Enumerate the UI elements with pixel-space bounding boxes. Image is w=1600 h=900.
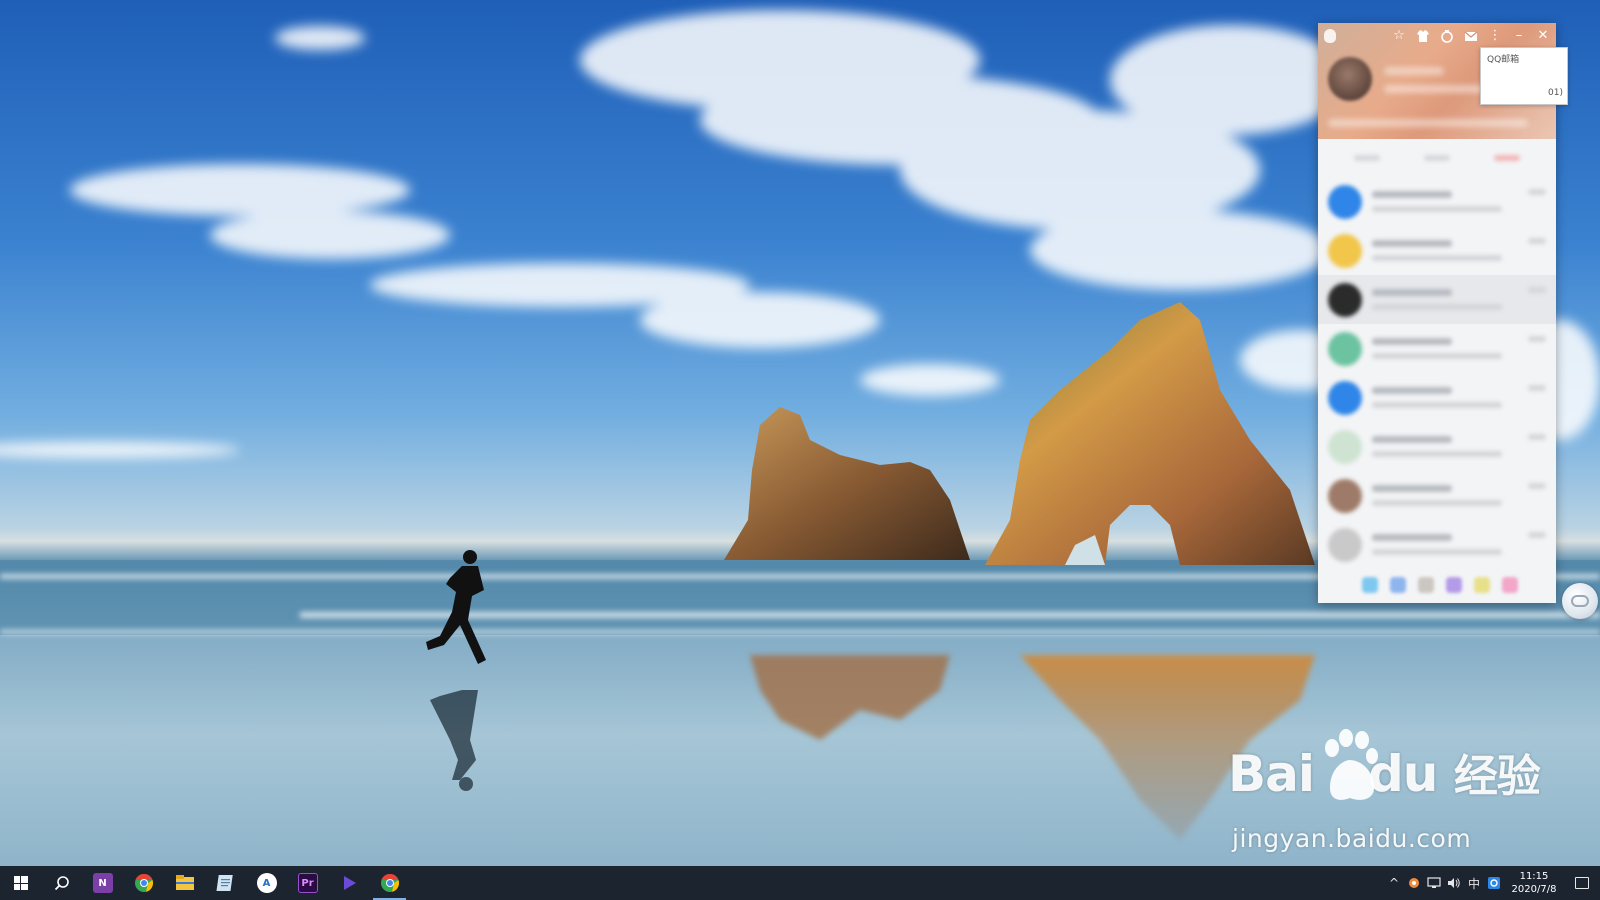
tooltip-count: 01) bbox=[1548, 88, 1563, 98]
taskbar-app-a[interactable]: A bbox=[246, 866, 287, 900]
qq-tabs[interactable] bbox=[1318, 139, 1556, 177]
contact-text-blurred bbox=[1372, 485, 1528, 506]
contact-text-blurred bbox=[1372, 436, 1528, 457]
qq-main-panel[interactable]: ☆ ⋮ – ✕ bbox=[1318, 23, 1556, 603]
taskbar-notepad[interactable] bbox=[205, 866, 246, 900]
media-player-icon bbox=[343, 876, 356, 890]
windows-logo-icon bbox=[13, 876, 28, 890]
ime-indicator[interactable]: 中 bbox=[1464, 866, 1484, 900]
app-a-icon: A bbox=[256, 873, 277, 893]
contact-avatar bbox=[1328, 282, 1362, 317]
more-vertical-icon[interactable]: ⋮ bbox=[1488, 29, 1502, 43]
toolbar-app-icon[interactable] bbox=[1502, 577, 1518, 593]
chrome-active-icon bbox=[380, 874, 399, 892]
contact-time-blurred bbox=[1528, 336, 1546, 342]
contact-text-blurred bbox=[1372, 534, 1528, 555]
list-item[interactable] bbox=[1318, 275, 1556, 324]
system-tray[interactable]: ^ 中 11:15 2020/7/8 bbox=[1384, 866, 1600, 900]
watermark-logo: Bai du 经验 bbox=[1228, 745, 1541, 803]
list-item[interactable] bbox=[1318, 226, 1556, 275]
contact-text-blurred bbox=[1372, 240, 1528, 261]
contact-avatar bbox=[1328, 184, 1362, 219]
contact-avatar bbox=[1328, 331, 1362, 366]
list-item[interactable] bbox=[1318, 520, 1556, 569]
contact-avatar bbox=[1328, 380, 1362, 415]
search-icon bbox=[54, 876, 69, 891]
chrome-icon bbox=[134, 874, 153, 892]
watermark-url: jingyan.baidu.com bbox=[1232, 824, 1472, 853]
list-item[interactable] bbox=[1318, 471, 1556, 520]
contact-avatar bbox=[1328, 429, 1362, 464]
skin-shirt-icon[interactable] bbox=[1416, 29, 1430, 43]
clock-time: 11:15 bbox=[1519, 871, 1549, 882]
star-icon[interactable]: ☆ bbox=[1392, 29, 1406, 43]
taskbar-file-explorer[interactable] bbox=[164, 866, 205, 900]
list-item[interactable] bbox=[1318, 324, 1556, 373]
contact-time-blurred bbox=[1528, 483, 1546, 489]
toolbar-app-icon[interactable] bbox=[1446, 577, 1462, 593]
contact-text-blurred bbox=[1372, 289, 1528, 310]
tooltip-title: QQ邮箱 bbox=[1487, 55, 1520, 65]
contact-time-blurred bbox=[1528, 238, 1546, 244]
contact-avatar bbox=[1328, 527, 1362, 562]
action-center-button[interactable] bbox=[1564, 866, 1600, 900]
baidu-paw-icon bbox=[1325, 729, 1378, 800]
app-box-icon[interactable] bbox=[1440, 29, 1454, 43]
clock-date: 2020/7/8 bbox=[1511, 884, 1557, 895]
avatar[interactable] bbox=[1328, 57, 1372, 101]
taskbar[interactable]: N A Pr ^ 中 11:15 2020/7/8 bbox=[0, 866, 1600, 900]
close-icon[interactable]: ✕ bbox=[1536, 29, 1550, 43]
tray-app-icon[interactable] bbox=[1404, 866, 1424, 900]
taskbar-chrome[interactable] bbox=[123, 866, 164, 900]
notification-icon bbox=[1575, 877, 1589, 889]
taskbar-clock[interactable]: 11:15 2020/7/8 bbox=[1504, 870, 1564, 896]
start-button[interactable] bbox=[0, 866, 41, 900]
toolbar-app-icon[interactable] bbox=[1362, 577, 1378, 593]
notepad-icon bbox=[215, 875, 233, 891]
file-explorer-icon bbox=[175, 875, 194, 890]
minimize-icon[interactable]: – bbox=[1512, 29, 1526, 43]
list-item[interactable] bbox=[1318, 177, 1556, 226]
toolbar-app-icon[interactable] bbox=[1418, 577, 1434, 593]
toolbar-app-icon[interactable] bbox=[1474, 577, 1490, 593]
contact-avatar bbox=[1328, 233, 1362, 268]
premiere-icon: Pr bbox=[297, 873, 318, 893]
contact-text-blurred bbox=[1372, 387, 1528, 408]
runner-reflection bbox=[430, 690, 478, 791]
mail-tooltip: QQ邮箱 01) bbox=[1480, 47, 1568, 105]
tab-contacts[interactable] bbox=[1424, 155, 1450, 161]
list-item[interactable] bbox=[1318, 373, 1556, 422]
toolbar-app-icon[interactable] bbox=[1390, 577, 1406, 593]
mail-icon[interactable] bbox=[1464, 29, 1478, 43]
contact-time-blurred bbox=[1528, 287, 1546, 293]
qq-bottom-toolbar[interactable] bbox=[1318, 567, 1556, 603]
contact-time-blurred bbox=[1528, 385, 1546, 391]
qq-penguin-icon bbox=[1324, 29, 1336, 43]
volume-icon[interactable] bbox=[1444, 866, 1464, 900]
network-icon[interactable] bbox=[1424, 866, 1444, 900]
contact-text-blurred bbox=[1372, 191, 1528, 212]
contact-list[interactable] bbox=[1318, 177, 1556, 569]
onenote-icon: N bbox=[92, 873, 113, 893]
floating-assistant-ball[interactable] bbox=[1562, 583, 1598, 619]
contact-avatar bbox=[1328, 478, 1362, 513]
chevron-up-icon[interactable]: ^ bbox=[1384, 866, 1404, 900]
contact-time-blurred bbox=[1528, 532, 1546, 538]
qq-titlebar[interactable]: ☆ ⋮ – ✕ bbox=[1318, 23, 1556, 49]
taskbar-media-player[interactable] bbox=[328, 866, 369, 900]
taskbar-onenote[interactable]: N bbox=[82, 866, 123, 900]
contact-text-blurred bbox=[1372, 338, 1528, 359]
sea-stack-left bbox=[724, 407, 970, 560]
contact-time-blurred bbox=[1528, 434, 1546, 440]
search-button[interactable] bbox=[41, 866, 82, 900]
list-item[interactable] bbox=[1318, 422, 1556, 471]
taskbar-premiere[interactable]: Pr bbox=[287, 866, 328, 900]
qq-tray-icon[interactable] bbox=[1484, 866, 1504, 900]
baidu-jingyan-watermark: Bai du 经验 jingyan.baidu.com bbox=[1228, 728, 1541, 858]
contact-time-blurred bbox=[1528, 189, 1546, 195]
tab-messages[interactable] bbox=[1354, 155, 1380, 161]
tab-spaces[interactable] bbox=[1494, 155, 1520, 161]
taskbar-chrome-active[interactable] bbox=[369, 866, 410, 900]
